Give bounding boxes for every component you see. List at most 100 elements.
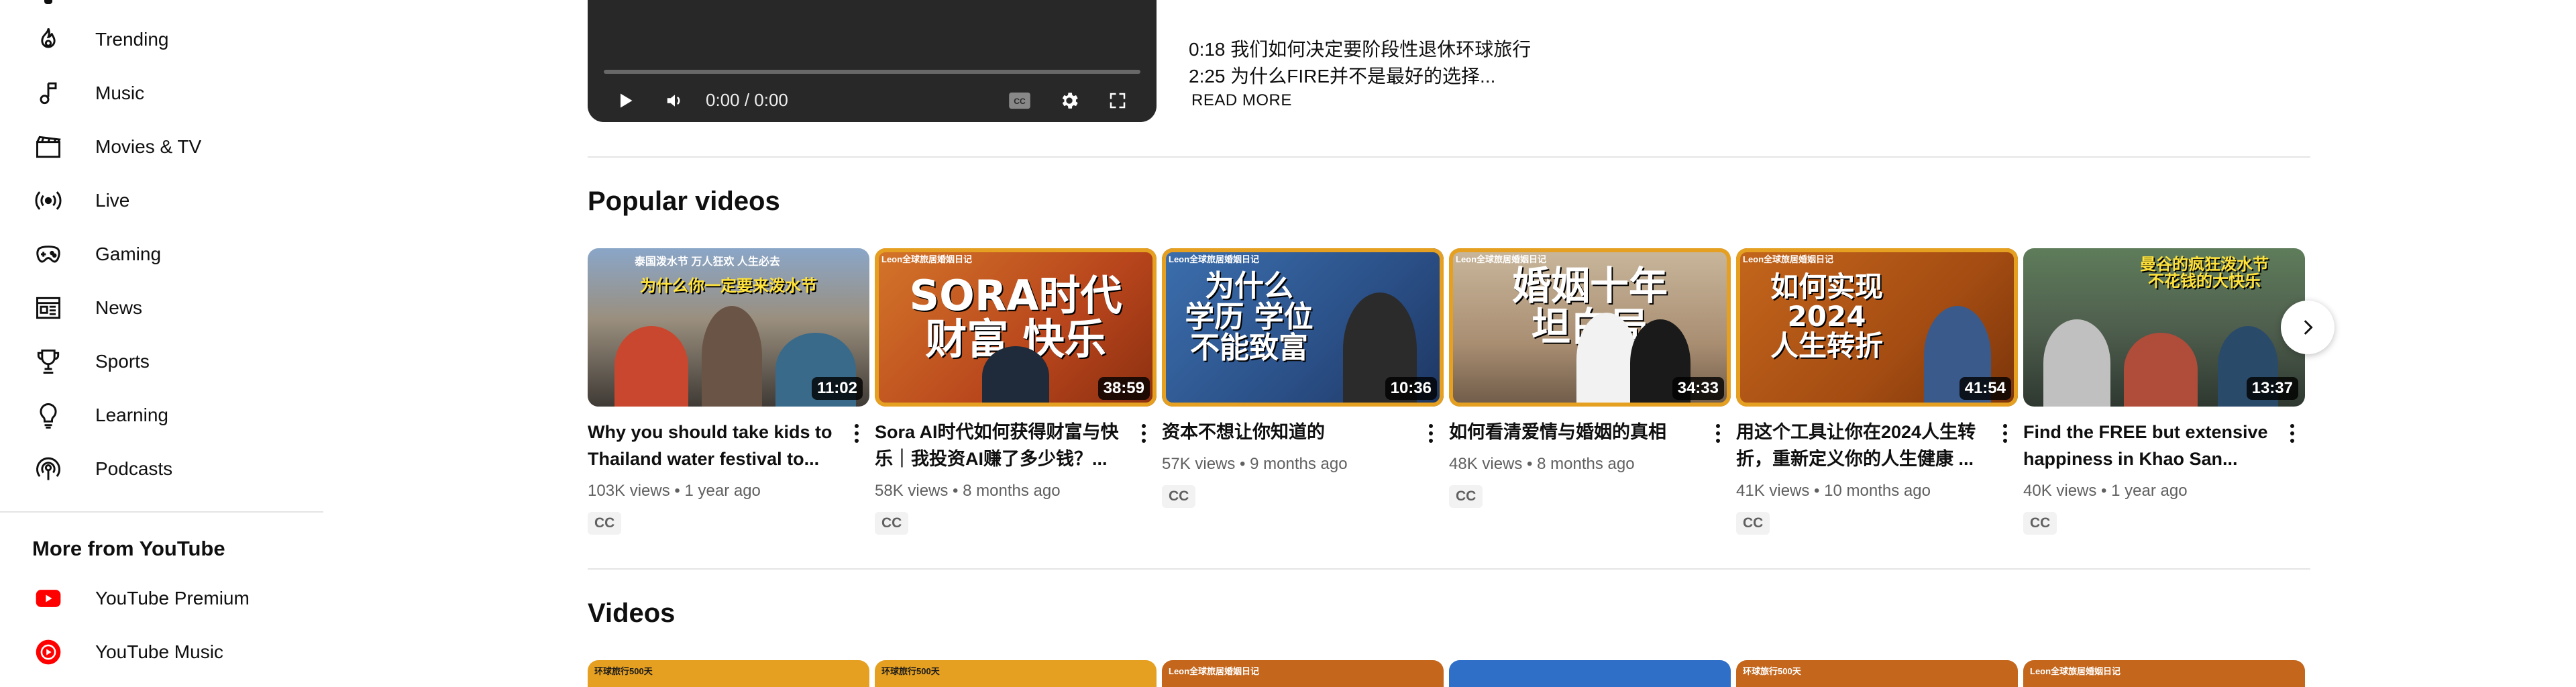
- video-title[interactable]: Why you should take kids to Thailand wat…: [588, 419, 837, 472]
- thumbnail-person: [702, 306, 762, 407]
- video-thumbnail[interactable]: 环球旅行500天: [1736, 660, 2018, 687]
- more-icon: [2290, 424, 2294, 428]
- more-actions-button[interactable]: [1134, 419, 1154, 448]
- gear-icon: [1062, 93, 1078, 109]
- sidebar-item-youtube-premium[interactable]: YouTube Premium: [16, 574, 311, 623]
- sidebar-item-learning[interactable]: Learning: [16, 391, 311, 439]
- thumbnail-tag: 环球旅行500天: [1743, 666, 1801, 676]
- videos-heading: Videos: [588, 598, 676, 628]
- volume-icon: [667, 95, 680, 107]
- thumbnail-tag: Leon全球旅居婚姻日记: [1169, 666, 1260, 676]
- sidebar-item-podcasts[interactable]: Podcasts: [16, 445, 311, 493]
- video-meta: 58K views • 8 months ago: [875, 482, 1061, 500]
- gaming-icon: [16, 230, 80, 278]
- more-icon: [1142, 424, 1146, 428]
- duration-badge: 11:02: [811, 377, 863, 400]
- popular-videos-heading: Popular videos: [588, 187, 780, 216]
- settings-button[interactable]: [1053, 85, 1085, 117]
- sidebar-item-live[interactable]: Live: [16, 176, 311, 225]
- fullscreen-button[interactable]: [1102, 85, 1134, 117]
- video-player[interactable]: 0:00 / 0:00 CC: [588, 0, 1157, 122]
- video-card[interactable]: 曼谷的疯狂泼水节 不花钱的大快乐 13:37 Find the FREE but…: [2023, 248, 2305, 543]
- duration-badge: 13:37: [2246, 377, 2298, 400]
- thumbnail-tag: Leon全球旅居婚姻日记: [2030, 666, 2121, 676]
- video-thumbnail[interactable]: Leon全球旅居婚姻日记: [2023, 660, 2305, 687]
- video-title[interactable]: 资本不想让你知道的: [1162, 419, 1411, 445]
- video-title[interactable]: 如何看清爱情与婚姻的真相: [1449, 419, 1699, 445]
- video-title[interactable]: Find the FREE but extensive happiness in…: [2023, 419, 2273, 472]
- video-thumbnail[interactable]: 环球旅行500天: [875, 660, 1157, 687]
- sidebar-item-label: Music: [95, 83, 145, 103]
- sidebar: Trending Music Movies & TV Live Gaming N…: [0, 0, 323, 687]
- thumbnail-tag: 泰国泼水节 万人狂欢 人生必去: [635, 256, 780, 268]
- video-meta: 41K views • 10 months ago: [1736, 482, 1931, 500]
- sidebar-item-trending[interactable]: Trending: [16, 15, 311, 64]
- sidebar-item-youtube-music[interactable]: YouTube Music: [16, 628, 311, 676]
- video-card[interactable]: Leon全球旅居婚姻日记 婚姻十年 坦白局 34:33 如何看清爱情与婚姻的真相…: [1449, 248, 1731, 543]
- video-card[interactable]: Leon全球旅居婚姻日记 为什么 学历 学位 不能致富 10:36 资本不想让你…: [1162, 248, 1444, 543]
- more-icon: [1716, 424, 1720, 428]
- video-thumbnail[interactable]: Leon全球旅居婚姻日记: [1162, 660, 1444, 687]
- video-title[interactable]: 用这个工具让你在2024人生转折，重新定义你的人生健康 ...: [1736, 419, 1986, 472]
- more-actions-button[interactable]: [1995, 419, 2015, 448]
- play-button[interactable]: [609, 85, 641, 117]
- cc-badge: CC: [588, 512, 622, 535]
- music-icon: [16, 69, 80, 117]
- sidebar-item-label: Learning: [95, 405, 168, 425]
- podcasts-icon: [16, 445, 80, 493]
- sidebar-item-label: Sports: [95, 351, 150, 372]
- cc-badge: CC: [875, 512, 909, 535]
- video-card[interactable]: 泰国泼水节 万人狂欢 人生必去 为什么你一定要来泼水节 11:02 Why yo…: [588, 248, 869, 543]
- sidebar-item-movies-tv[interactable]: Movies & TV: [16, 123, 311, 171]
- news-icon: [16, 284, 80, 332]
- section-divider: [588, 568, 2310, 570]
- sidebar-item-news[interactable]: News: [16, 284, 311, 332]
- video-title[interactable]: Sora AI时代如何获得财富与快乐｜我投资AI赚了多少钱？...: [875, 419, 1124, 472]
- sidebar-item-sports[interactable]: Sports: [16, 337, 311, 386]
- video-thumbnail[interactable]: [1449, 660, 1731, 687]
- more-actions-button[interactable]: [1421, 419, 1441, 448]
- sidebar-item-label: YouTube Premium: [95, 588, 250, 609]
- cc-badge: CC: [1449, 485, 1483, 508]
- sidebar-item-label: YouTube Music: [95, 641, 223, 662]
- subtitles-icon: CC: [1009, 92, 1030, 109]
- sidebar-item-label: Movies & TV: [95, 136, 202, 157]
- learning-icon: [16, 391, 80, 439]
- volume-button[interactable]: [659, 85, 691, 117]
- video-thumbnail[interactable]: 泰国泼水节 万人狂欢 人生必去 为什么你一定要来泼水节 11:02: [588, 248, 869, 407]
- play-icon: [621, 93, 633, 108]
- subtitles-button[interactable]: CC: [1004, 85, 1036, 117]
- video-thumbnail[interactable]: 曼谷的疯狂泼水节 不花钱的大快乐 13:37: [2023, 248, 2305, 407]
- youtube-music-icon: [16, 628, 80, 676]
- live-icon: [16, 176, 80, 225]
- more-actions-button[interactable]: [1708, 419, 1728, 448]
- video-thumbnail[interactable]: Leon全球旅居婚姻日记 为什么 学历 学位 不能致富 10:36: [1162, 248, 1444, 407]
- sidebar-item-gaming[interactable]: Gaming: [16, 230, 311, 278]
- read-more-link[interactable]: READ MORE: [1191, 91, 1292, 110]
- sidebar-item-music[interactable]: Music: [16, 69, 311, 117]
- video-thumbnail[interactable]: Leon全球旅居婚姻日记 SORA时代 财富 快乐 38:59: [875, 248, 1157, 407]
- video-meta: 48K views • 8 months ago: [1449, 455, 1635, 473]
- next-arrow-button[interactable]: [2281, 301, 2334, 354]
- sports-icon: [16, 337, 80, 386]
- more-actions-button[interactable]: [2282, 419, 2302, 448]
- thumbnail-person: [2124, 333, 2198, 407]
- video-thumbnail[interactable]: Leon全球旅居婚姻日记 如何实现 2024 人生转折 41:54: [1736, 248, 2018, 407]
- video-thumbnail[interactable]: 环球旅行500天: [588, 660, 869, 687]
- cc-badge: CC: [2023, 512, 2057, 535]
- svg-text:CC: CC: [1014, 97, 1026, 106]
- chevron-right-icon: [2304, 320, 2313, 335]
- video-thumbnail[interactable]: Leon全球旅居婚姻日记 婚姻十年 坦白局 34:33: [1449, 248, 1731, 407]
- thumbnail-person: [2043, 319, 2110, 407]
- description-line: 2:25 为什么FIRE并不是最好的选择...: [1189, 66, 1496, 87]
- cc-badge: CC: [1736, 512, 1770, 535]
- more-actions-button[interactable]: [847, 419, 867, 448]
- section-divider: [588, 156, 2310, 158]
- thumbnail-text: 曼谷的疯狂泼水节 不花钱的大快乐: [2140, 255, 2269, 291]
- progress-bar[interactable]: [604, 70, 1140, 74]
- duration-badge: 10:36: [1385, 377, 1437, 400]
- video-card[interactable]: Leon全球旅居婚姻日记 如何实现 2024 人生转折 41:54 用这个工具让…: [1736, 248, 2018, 543]
- sidebar-divider: [0, 511, 323, 513]
- youtube-premium-icon: [16, 574, 80, 623]
- video-card[interactable]: Leon全球旅居婚姻日记 SORA时代 财富 快乐 38:59 Sora AI时…: [875, 248, 1157, 543]
